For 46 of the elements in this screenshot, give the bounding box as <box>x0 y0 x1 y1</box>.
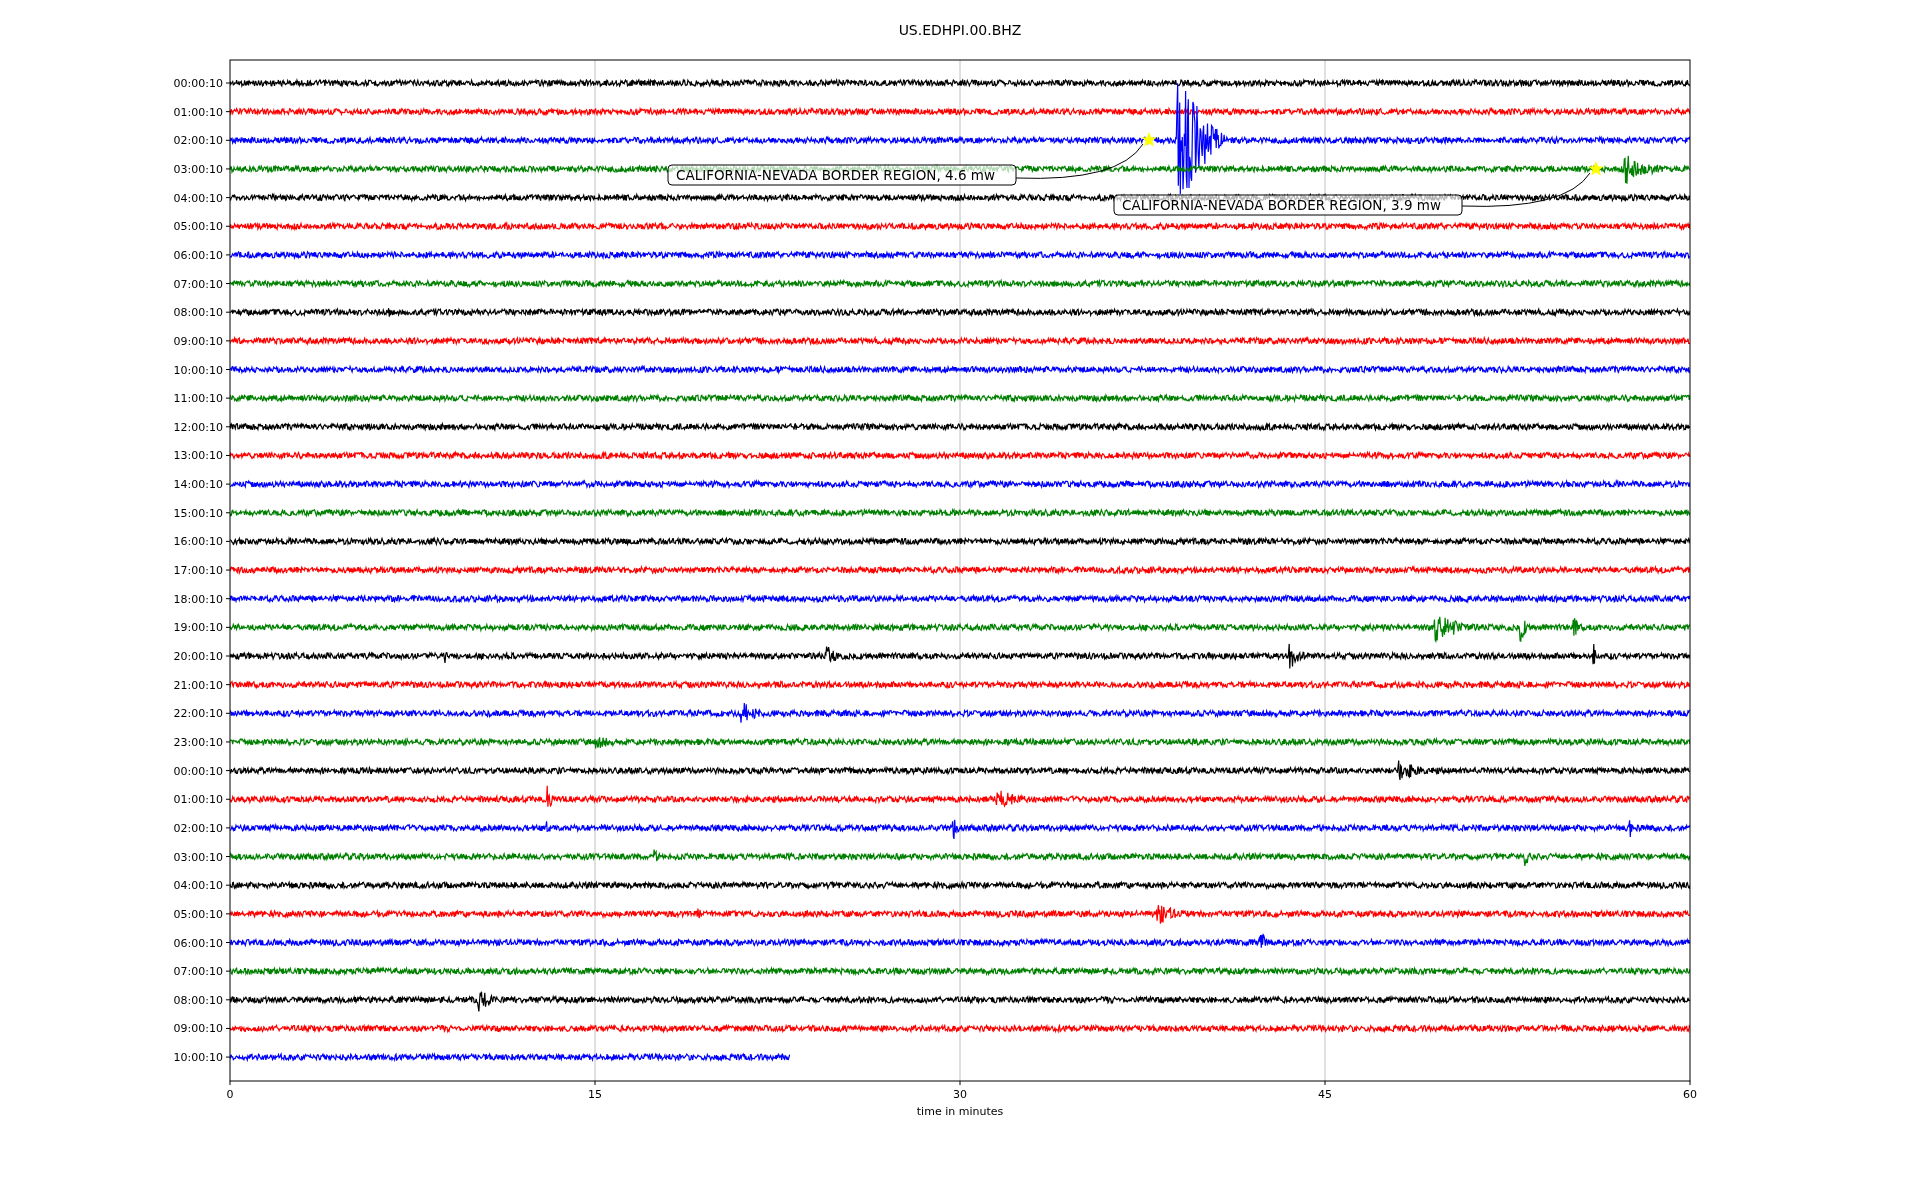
y-tick-label: 18:00:10 <box>173 592 223 606</box>
y-tick-label: 03:00:10 <box>173 162 223 176</box>
y-tick-label: 13:00:10 <box>173 449 223 463</box>
y-tick-label: 04:00:10 <box>173 191 223 205</box>
y-tick-label: 20:00:10 <box>173 650 223 663</box>
y-tick-label: 06:00:10 <box>173 936 223 950</box>
y-tick-label: 11:00:10 <box>173 392 223 406</box>
y-tick-label: 12:00:10 <box>173 420 223 434</box>
y-tick-label: 02:00:10 <box>173 134 223 148</box>
y-tick-label: 07:00:10 <box>173 277 223 291</box>
y-tick-label: 17:00:10 <box>173 564 223 578</box>
x-tick-label: 45 <box>1318 1088 1332 1101</box>
annotation-label: CALIFORNIA-NEVADA BORDER REGION, 4.6 mw <box>667 164 1017 186</box>
y-tick-label: 01:00:10 <box>173 105 223 119</box>
y-tick-label: 14:00:10 <box>173 478 223 492</box>
y-tick-label: 22:00:10 <box>173 707 223 721</box>
star-icon <box>1588 161 1604 176</box>
y-tick-label: 15:00:10 <box>173 506 223 520</box>
y-tick-label: 05:00:10 <box>173 220 223 234</box>
y-tick-label: 08:00:10 <box>173 306 223 320</box>
y-tick-label: 02:00:10 <box>173 821 223 835</box>
x-axis-label: time in minutes <box>916 1105 1004 1118</box>
plot-title: US.EDHPI.00.BHZ <box>898 22 1022 38</box>
y-tick-label: 09:00:10 <box>173 334 223 348</box>
y-tick-label: 04:00:10 <box>173 879 223 893</box>
y-tick-label: 09:00:10 <box>173 1022 223 1036</box>
y-tick-label: 23:00:10 <box>173 735 223 749</box>
y-tick-label: 19:00:10 <box>173 621 223 635</box>
y-tick-label: 08:00:10 <box>173 993 223 1007</box>
y-tick-label: 03:00:10 <box>173 850 223 864</box>
x-tick-label: 15 <box>588 1088 602 1101</box>
y-tick-label: 00:00:10 <box>173 764 223 778</box>
y-tick-label: 10:00:10 <box>173 363 223 377</box>
annotation-label: CALIFORNIA-NEVADA BORDER REGION, 3.9 mw <box>1113 194 1463 216</box>
star-icon <box>1141 132 1157 147</box>
y-tick-label: 16:00:10 <box>173 535 223 549</box>
x-tick-label: 0 <box>226 1088 234 1101</box>
y-tick-label: 10:00:10 <box>173 1051 223 1065</box>
y-tick-label: 05:00:10 <box>173 907 223 921</box>
y-tick-label: 00:00:10 <box>173 77 223 90</box>
y-tick-label: 07:00:10 <box>173 965 223 979</box>
y-tick-label: 06:00:10 <box>173 248 223 262</box>
y-tick-label: 21:00:10 <box>173 678 223 692</box>
x-tick-label: 30 <box>953 1088 967 1101</box>
y-tick-label: 01:00:10 <box>173 793 223 807</box>
x-tick-label: 60 <box>1683 1088 1697 1101</box>
